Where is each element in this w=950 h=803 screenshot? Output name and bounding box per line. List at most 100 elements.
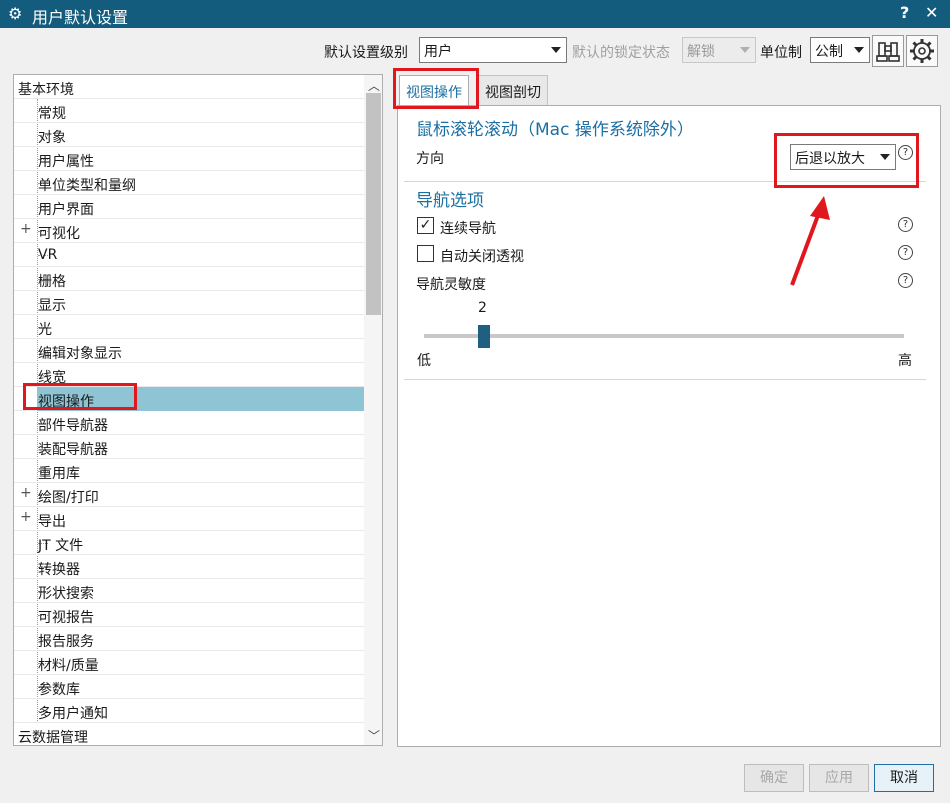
expand-icon[interactable]: +: [20, 485, 32, 501]
tree-item-label: 基本环境: [18, 82, 74, 98]
annotation-box-direction: [774, 133, 919, 188]
tree-root[interactable]: 云数据管理: [14, 723, 364, 746]
chevron-down-icon: [740, 47, 750, 53]
tree-item[interactable]: 对象: [14, 123, 364, 147]
unit-label: 单位制: [760, 45, 802, 61]
expand-icon[interactable]: +: [20, 221, 32, 237]
tree-item[interactable]: 显示: [14, 291, 364, 315]
tree-item[interactable]: 装配导航器: [14, 435, 364, 459]
find-button[interactable]: [872, 35, 904, 67]
lock-select[interactable]: 解锁: [682, 37, 756, 63]
tree-item[interactable]: 部件导航器: [14, 411, 364, 435]
tree-item-label: 可视报告: [38, 610, 94, 626]
close-button[interactable]: ✕: [925, 3, 938, 22]
gear-icon: [910, 39, 934, 63]
tree-item[interactable]: 材料/质量: [14, 651, 364, 675]
tree-item-label: 装配导航器: [38, 442, 108, 458]
tab-label: 视图剖切: [485, 85, 541, 101]
tree-item[interactable]: + 可视化: [14, 219, 364, 243]
tree-item[interactable]: 多用户通知: [14, 699, 364, 723]
tree-item-label: 光: [38, 322, 52, 338]
tree-item-label: 重用库: [38, 466, 80, 482]
help-icon[interactable]: ?: [898, 245, 913, 260]
tree-item-label: 可视化: [38, 226, 80, 242]
tree-item-label: 编辑对象显示: [38, 346, 122, 362]
settings-button[interactable]: [906, 35, 938, 67]
tree-item[interactable]: 报告服务: [14, 627, 364, 651]
help-button[interactable]: ?: [900, 3, 909, 22]
tree-item[interactable]: + 绘图/打印: [14, 483, 364, 507]
settings-panel: 鼠标滚轮滚动（Mac 操作系统除外） 方向 后退以放大 ? 导航选项 ✓ 连续导…: [397, 105, 941, 747]
tree-item[interactable]: 栅格: [14, 267, 364, 291]
cancel-button[interactable]: 取消: [874, 764, 934, 792]
tree-item-label: 多用户通知: [38, 706, 108, 722]
category-tree[interactable]: 基本环境常规对象 用户属性单位类型和量纲 用户界面 + 可视化 VR 栅格显示光编辑对象显示…: [13, 74, 383, 746]
tree-item[interactable]: 重用库: [14, 459, 364, 483]
continuous-nav-label: 连续导航: [440, 221, 496, 237]
expand-icon[interactable]: +: [20, 509, 32, 525]
tree-item[interactable]: VR: [14, 243, 364, 267]
lock-label: 默认的锁定状态: [572, 45, 670, 61]
nav-card: 导航选项 ✓ 连续导航 ? 自动关闭透视 ? 导航灵敏度 ? 2 低 高: [404, 182, 926, 380]
level-select-value: 用户: [424, 44, 452, 60]
level-label: 默认设置级别: [324, 45, 408, 61]
tree-item-label: 转换器: [38, 562, 80, 578]
tree-item-label: 导出: [38, 514, 66, 530]
tree-item[interactable]: JT 文件: [14, 531, 364, 555]
chevron-down-icon: [551, 47, 561, 53]
tree-item[interactable]: 常规: [14, 99, 364, 123]
level-select[interactable]: 用户: [419, 37, 567, 63]
binoculars-icon: [876, 42, 900, 62]
slider-high-label: 高: [898, 353, 912, 369]
unit-select[interactable]: 公制: [810, 37, 870, 63]
tree-item-label: 绘图/打印: [38, 490, 99, 506]
help-icon[interactable]: ?: [898, 273, 913, 288]
tree-item[interactable]: 可视报告: [14, 603, 364, 627]
tree-item[interactable]: 参数库: [14, 675, 364, 699]
sensitivity-slider-thumb[interactable]: [478, 325, 490, 348]
annotation-box-tab: [393, 68, 479, 109]
tree-item-label: VR: [38, 247, 58, 263]
help-icon[interactable]: ?: [898, 217, 913, 232]
tree-item[interactable]: + 导出: [14, 507, 364, 531]
tree-item[interactable]: 用户界面: [14, 195, 364, 219]
tree-item-label: 报告服务: [38, 634, 94, 650]
tab-view-section[interactable]: 视图剖切: [478, 75, 548, 105]
title-bar: ⚙ 用户默认设置 ? ✕: [0, 0, 950, 28]
tree-item[interactable]: 用户属性: [14, 147, 364, 171]
tree-item-label: 部件导航器: [38, 418, 108, 434]
window-title: 用户默认设置: [32, 8, 129, 27]
scrollbar-thumb[interactable]: [366, 93, 381, 315]
gear-icon: ⚙: [8, 4, 23, 23]
auto-close-checkbox[interactable]: [417, 245, 434, 262]
tree-item[interactable]: 形状搜索: [14, 579, 364, 603]
chevron-up-icon[interactable]: ︿: [368, 77, 380, 94]
tree-item-label: 常规: [38, 106, 66, 122]
tree-item-label: 云数据管理: [18, 730, 88, 746]
tree-scrollbar[interactable]: ︿ ﹀: [364, 75, 382, 745]
annotation-arrow-icon: [790, 196, 830, 286]
sensitivity-value: 2: [478, 300, 487, 316]
tree-item-label: 用户界面: [38, 202, 94, 218]
ok-button[interactable]: 确定: [744, 764, 804, 792]
wheel-section-title: 鼠标滚轮滚动（Mac 操作系统除外）: [416, 120, 694, 140]
auto-close-label: 自动关闭透视: [440, 249, 524, 265]
tree-item-label: JT 文件: [38, 538, 84, 554]
tree-item-label: 对象: [38, 130, 66, 146]
tree-item-label: 参数库: [38, 682, 80, 698]
chevron-down-icon[interactable]: ﹀: [368, 727, 380, 744]
chevron-down-icon: [854, 47, 864, 53]
annotation-box-tree-item: [23, 383, 137, 410]
sensitivity-slider-track[interactable]: [424, 334, 904, 338]
apply-button[interactable]: 应用: [809, 764, 869, 792]
tree-item-label: 显示: [38, 298, 66, 314]
tree-item[interactable]: 单位类型和量纲: [14, 171, 364, 195]
tree-item-label: 单位类型和量纲: [38, 178, 136, 194]
tree-item[interactable]: 编辑对象显示: [14, 339, 364, 363]
tree-item[interactable]: 转换器: [14, 555, 364, 579]
tree-item[interactable]: 光: [14, 315, 364, 339]
tree-item-label: 形状搜索: [38, 586, 94, 602]
tree-item-label: 材料/质量: [38, 658, 99, 674]
continuous-nav-checkbox[interactable]: ✓: [417, 217, 434, 234]
tree-root[interactable]: 基本环境: [14, 75, 364, 99]
